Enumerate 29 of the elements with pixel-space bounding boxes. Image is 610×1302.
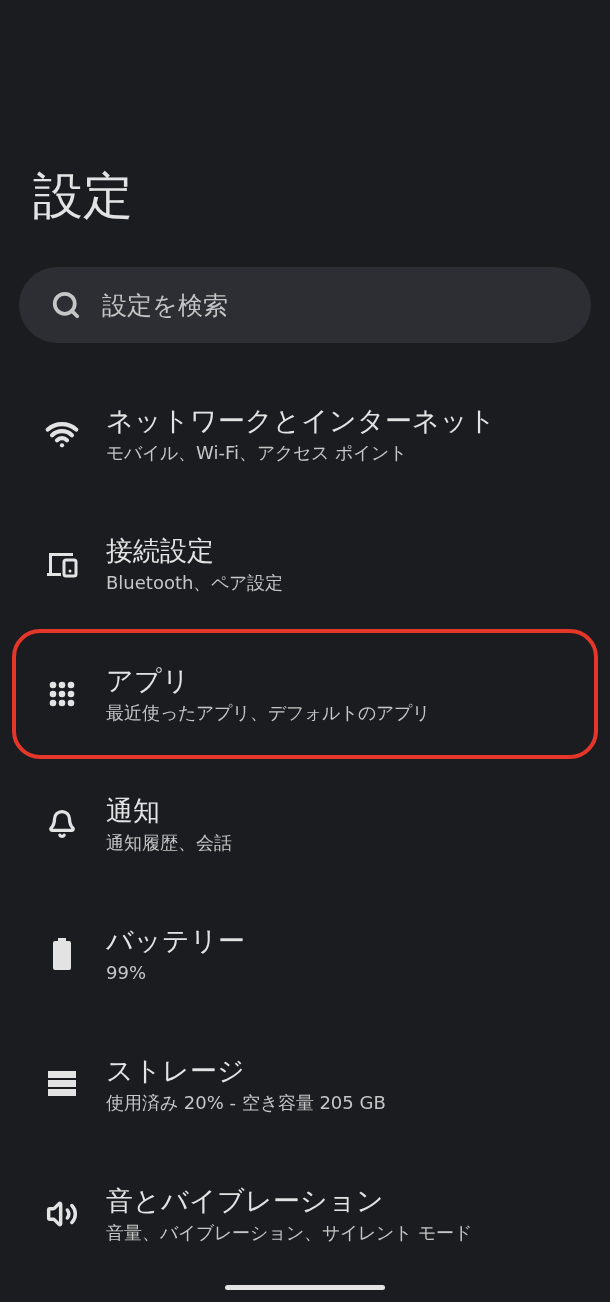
settings-item[interactable]: 音とバイブレーション 音量、バイブレーション、サイレント モード	[12, 1149, 598, 1279]
item-title: 接続設定	[106, 534, 215, 568]
settings-item[interactable]: 通知 通知履歴、会話	[12, 759, 598, 889]
settings-item[interactable]: バッテリー 99%	[12, 889, 598, 1019]
search-icon	[51, 290, 81, 320]
item-subtitle: 音量、バイブレーション、サイレント モード	[106, 1221, 472, 1245]
item-title: バッテリー	[106, 924, 245, 958]
storage-icon	[48, 1071, 76, 1097]
item-subtitle: 通知履歴、会話	[106, 831, 232, 855]
item-title: ストレージ	[106, 1054, 246, 1088]
search-field[interactable]: 設定を検索	[19, 267, 591, 343]
home-indicator[interactable]	[225, 1285, 385, 1290]
item-subtitle: 最近使ったアプリ、デフォルトのアプリ	[106, 701, 430, 725]
settings-item[interactable]: アプリ 最近使ったアプリ、デフォルトのアプリ	[12, 629, 598, 759]
item-title: 音とバイブレーション	[106, 1184, 385, 1218]
item-title: アプリ	[106, 664, 191, 698]
settings-item[interactable]: 接続設定 Bluetooth、ペア設定	[12, 499, 598, 629]
item-subtitle: 99%	[106, 961, 147, 985]
item-title: ネットワークとインターネット	[106, 404, 496, 438]
settings-item[interactable]: ネットワークとインターネット モバイル、Wi-Fi、アクセス ポイント	[12, 369, 598, 499]
item-subtitle: モバイル、Wi-Fi、アクセス ポイント	[106, 441, 408, 465]
item-title: 通知	[106, 794, 161, 828]
page-title: 設定	[33, 166, 134, 227]
item-subtitle: 使用済み 20% - 空き容量 205 GB	[106, 1091, 386, 1115]
item-subtitle: Bluetooth、ペア設定	[106, 571, 284, 595]
bell-icon	[47, 809, 77, 839]
grid-icon	[49, 681, 75, 707]
settings-item[interactable]: ストレージ 使用済み 20% - 空き容量 205 GB	[12, 1019, 598, 1149]
battery-icon	[52, 938, 72, 970]
